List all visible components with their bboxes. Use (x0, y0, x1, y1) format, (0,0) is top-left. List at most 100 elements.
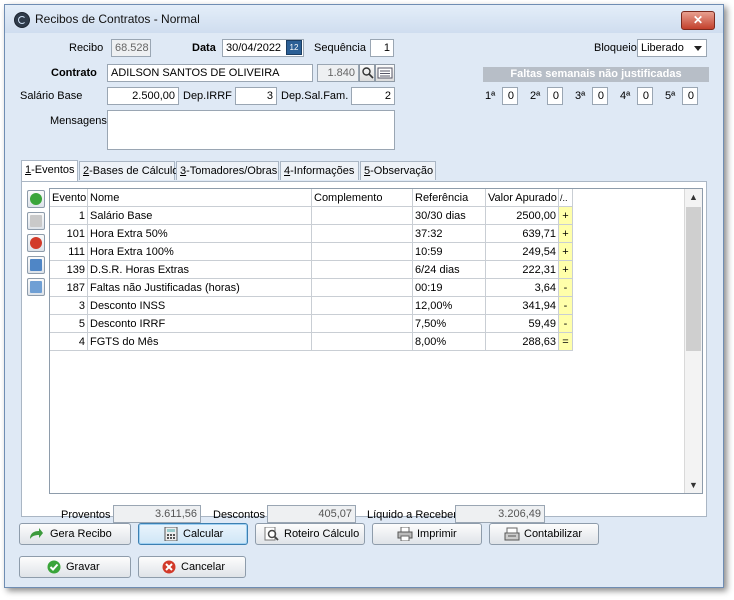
table-row[interactable]: 1 Salário Base 30/30 dias 2500,00 + (50, 207, 573, 225)
cell-nome[interactable]: Hora Extra 100% (88, 243, 312, 261)
cell-valor[interactable]: 3,64 (486, 279, 559, 297)
tab-observacao[interactable]: 5-Observação (360, 161, 436, 180)
tab-bases-calculo[interactable]: 2-Bases de Cálculo (79, 161, 178, 180)
col-valor-apurado[interactable]: Valor Apurado (486, 189, 559, 207)
cell-referencia[interactable]: 37:32 (413, 225, 486, 243)
tab-informacoes[interactable]: 4-Informações (280, 161, 359, 180)
table-row[interactable]: 4 FGTS do Mês 8,00% 288,63 = (50, 333, 573, 351)
scroll-up-icon[interactable]: ▲ (685, 189, 702, 205)
cell-complemento[interactable] (312, 333, 413, 351)
cell-complemento[interactable] (312, 261, 413, 279)
contrato-field[interactable]: ADILSON SANTOS DE OLIVEIRA (107, 64, 313, 82)
imprimir-button[interactable]: Imprimir (372, 523, 482, 545)
cell-valor[interactable]: 2500,00 (486, 207, 559, 225)
calcular-button[interactable]: Calcular (138, 523, 248, 545)
gera-recibo-button[interactable]: Gera Recibo (19, 523, 131, 545)
col-complemento[interactable]: Complemento (312, 189, 413, 207)
cell-sinal[interactable]: + (559, 225, 573, 243)
cell-valor[interactable]: 341,94 (486, 297, 559, 315)
tab-tomadores-obras[interactable]: 3-Tomadores/Obras (176, 161, 279, 180)
events-grid[interactable]: Evento Nome Complemento Referência Valor… (49, 188, 703, 494)
table-row[interactable]: 3 Desconto INSS 12,00% 341,94- (50, 297, 573, 315)
cell-evento[interactable]: 101 (50, 225, 88, 243)
cell-complemento[interactable] (312, 225, 413, 243)
cell-evento[interactable]: 139 (50, 261, 88, 279)
cell-sinal[interactable]: - (559, 315, 573, 333)
scroll-down-icon[interactable]: ▼ (685, 477, 702, 493)
cell-evento[interactable]: 187 (50, 279, 88, 297)
vertical-scrollbar[interactable]: ▲ ▼ (684, 189, 702, 493)
cell-evento[interactable]: 1 (50, 207, 88, 225)
calendar-icon[interactable]: 12 (286, 40, 302, 55)
cell-nome[interactable]: Desconto IRRF (88, 315, 312, 333)
cell-referencia[interactable]: 8,00% (413, 333, 486, 351)
cell-complemento[interactable] (312, 207, 413, 225)
sequencia-field[interactable]: 1 (370, 39, 394, 57)
descontos-field[interactable]: 405,07 (267, 505, 356, 523)
cancelar-button[interactable]: Cancelar (138, 556, 246, 578)
edit-event-button[interactable] (27, 212, 45, 230)
contabilizar-button[interactable]: Contabilizar (489, 523, 599, 545)
table-row[interactable]: 101 Hora Extra 50% 37:32 639,71 + (50, 225, 573, 243)
col-nome[interactable]: Nome (88, 189, 312, 207)
recibo-field[interactable]: 68.528 (111, 39, 151, 57)
cell-evento[interactable]: 111 (50, 243, 88, 261)
cell-referencia[interactable]: 12,00% (413, 297, 486, 315)
contract-list-icon[interactable] (375, 64, 395, 82)
edit-table-button[interactable] (27, 278, 45, 296)
cell-valor[interactable]: 222,31 (486, 261, 559, 279)
cell-referencia[interactable]: 6/24 dias (413, 261, 486, 279)
cell-nome[interactable]: Faltas não Justificadas (horas) (88, 279, 312, 297)
cell-complemento[interactable] (312, 315, 413, 333)
cell-sinal[interactable]: - (559, 279, 573, 297)
cell-referencia[interactable]: 00:19 (413, 279, 486, 297)
cell-evento[interactable]: 3 (50, 297, 88, 315)
close-button[interactable]: ✕ (681, 11, 715, 30)
cell-valor[interactable]: 249,54 (486, 243, 559, 261)
cell-valor[interactable]: 288,63 (486, 333, 559, 351)
gravar-button[interactable]: Gravar (19, 556, 131, 578)
cell-referencia[interactable]: 30/30 dias (413, 207, 486, 225)
faltas-week-field[interactable]: 0 (637, 87, 653, 105)
cell-nome[interactable]: D.S.R. Horas Extras (88, 261, 312, 279)
bloqueio-select[interactable]: Liberado (637, 39, 707, 57)
contrato-code-field[interactable]: 1.840 (317, 64, 359, 82)
search-icon[interactable] (359, 64, 375, 82)
col-referencia[interactable]: Referência (413, 189, 486, 207)
table-row[interactable]: 111 Hora Extra 100% 10:59 249,54 + (50, 243, 573, 261)
title-bar[interactable]: Recibos de Contratos - Normal ✕ (5, 5, 723, 33)
roteiro-calculo-button[interactable]: Roteiro Cálculo (255, 523, 365, 545)
depsalfam-field[interactable]: 2 (351, 87, 395, 105)
col-evento[interactable]: Evento (50, 189, 88, 207)
cell-sinal[interactable]: = (559, 333, 573, 351)
cell-sinal[interactable]: + (559, 207, 573, 225)
cell-sinal[interactable]: - (559, 297, 573, 315)
cell-referencia[interactable]: 7,50% (413, 315, 486, 333)
proventos-field[interactable]: 3.611,56 (113, 505, 201, 523)
faltas-week-field[interactable]: 0 (502, 87, 518, 105)
cell-evento[interactable]: 4 (50, 333, 88, 351)
tab-eventos[interactable]: 1-Eventos (21, 160, 78, 181)
add-event-button[interactable] (27, 190, 45, 208)
table-row[interactable]: 187 Faltas não Justificadas (horas) 00:19 3… (50, 279, 573, 297)
depirrf-field[interactable]: 3 (235, 87, 277, 105)
mensagens-field[interactable] (107, 110, 395, 150)
cell-complemento[interactable] (312, 243, 413, 261)
cell-complemento[interactable] (312, 279, 413, 297)
cell-nome[interactable]: Desconto INSS (88, 297, 312, 315)
faltas-week-field[interactable]: 0 (592, 87, 608, 105)
cell-nome[interactable]: Salário Base (88, 207, 312, 225)
table-row[interactable]: 5 Desconto IRRF 7,50% 59,49- (50, 315, 573, 333)
cell-valor[interactable]: 59,49 (486, 315, 559, 333)
faltas-week-field[interactable]: 0 (682, 87, 698, 105)
faltas-week-field[interactable]: 0 (547, 87, 563, 105)
cell-nome[interactable]: Hora Extra 50% (88, 225, 312, 243)
liquido-field[interactable]: 3.206,49 (455, 505, 545, 523)
cell-nome[interactable]: FGTS do Mês (88, 333, 312, 351)
cell-evento[interactable]: 5 (50, 315, 88, 333)
cell-sinal[interactable]: + (559, 261, 573, 279)
cell-complemento[interactable] (312, 297, 413, 315)
cell-referencia[interactable]: 10:59 (413, 243, 486, 261)
cell-valor[interactable]: 639,71 (486, 225, 559, 243)
table-row[interactable]: 139 D.S.R. Horas Extras 6/24 dias 222,31 + (50, 261, 573, 279)
